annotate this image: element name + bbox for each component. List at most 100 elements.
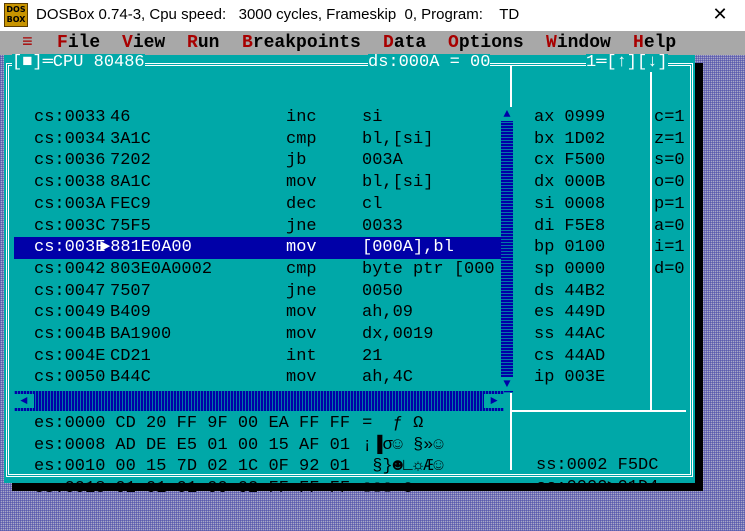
- flag-i[interactable]: i=1: [654, 237, 685, 259]
- flag-p[interactable]: p=1: [654, 194, 685, 216]
- flag-a[interactable]: a=0: [654, 216, 685, 238]
- code-op: dx,0019: [362, 325, 434, 344]
- register-dx[interactable]: dx 000B: [534, 172, 605, 194]
- code-row[interactable]: cs:0038 8A1C mov bl,[si]: [14, 172, 501, 194]
- code-addr: cs:0042: [34, 259, 106, 279]
- register-ds[interactable]: ds 44B2: [534, 281, 605, 303]
- register-sp[interactable]: sp 0000: [534, 259, 605, 281]
- flag-separator: =: [664, 216, 675, 236]
- register-name: bp: [534, 238, 555, 258]
- code-vertical-scrollbar[interactable]: [501, 107, 513, 393]
- code-mn: mov: [286, 368, 317, 388]
- cpu-window-title[interactable]: [■]═CPU 80486: [12, 54, 145, 72]
- code-row[interactable]: cs:0050 B44C mov ah,4C: [14, 367, 501, 389]
- menu-view[interactable]: View: [122, 31, 165, 55]
- code-row[interactable]: cs:0033 46 inc si: [14, 107, 501, 129]
- dump-address: es:0010: [34, 457, 106, 477]
- code-mn: mov: [286, 325, 317, 344]
- code-bytes: B44C: [110, 368, 151, 388]
- flag-separator: =: [664, 173, 675, 193]
- code-bytes: 803E0A0002: [110, 259, 213, 279]
- register-bp[interactable]: bp 0100: [534, 237, 605, 259]
- code-bytes: B409: [110, 303, 151, 323]
- menu-file[interactable]: File: [57, 31, 100, 55]
- stack-value: F5DC: [607, 456, 659, 475]
- code-addr: cs:0033: [34, 108, 106, 127]
- menu-window[interactable]: Window: [546, 31, 611, 55]
- code-row-current[interactable]: cs:003E ►881E0A00 mov [000A],bl: [14, 237, 501, 259]
- register-cx[interactable]: cx F500: [534, 150, 605, 172]
- register-cs[interactable]: cs 44AD: [534, 346, 605, 368]
- code-row[interactable]: cs:0047 7507 jne 0050: [14, 281, 501, 303]
- register-di[interactable]: di F5E8: [534, 216, 605, 238]
- flag-c[interactable]: c=1: [654, 107, 685, 129]
- stack-address: ss:0002: [536, 456, 608, 475]
- code-bytes: BA1900: [110, 325, 172, 344]
- flag-value: 0: [674, 151, 685, 171]
- register-value: 44AC: [564, 325, 606, 344]
- code-mn: int: [286, 346, 317, 366]
- register-value: 0000: [564, 259, 606, 279]
- menu-bar: ≡ File View Run Breakpoints Data Options…: [0, 31, 745, 55]
- scroll-down-arrow-icon[interactable]: ▼: [501, 377, 513, 391]
- code-op: cl: [362, 194, 383, 214]
- data-pointer-readout: ds:000A = 00: [368, 53, 491, 72]
- code-row[interactable]: cs:004E CD21 int 21: [14, 346, 501, 368]
- register-bx[interactable]: bx 1D02: [534, 129, 605, 151]
- code-mn: mov: [286, 238, 317, 258]
- register-name: ss: [534, 325, 555, 344]
- code-op: 003A: [362, 151, 403, 171]
- register-si[interactable]: si 0008: [534, 194, 605, 216]
- register-ip[interactable]: ip 003E: [534, 367, 605, 389]
- window-controls[interactable]: 1═[↑][↓]: [586, 54, 668, 72]
- code-addr: cs:003E: [34, 238, 106, 258]
- scroll-right-arrow-icon[interactable]: ►: [484, 394, 504, 408]
- dump-row[interactable]: es:0010 00 15 7D 02 1C 0F 92 01 §}☻∟☼Æ☺: [34, 456, 444, 478]
- flag-d[interactable]: d=0: [654, 259, 685, 281]
- register-es[interactable]: es 449D: [534, 302, 605, 324]
- menu-options[interactable]: Options: [448, 31, 524, 55]
- code-row[interactable]: cs:003C 75F5 jne 0033: [14, 216, 501, 238]
- menu-help[interactable]: Help: [633, 31, 676, 55]
- flag-o[interactable]: o=0: [654, 172, 685, 194]
- dump-row[interactable]: es:0008 AD DE E5 01 00 15 AF 01 ¡▐σ☺ §»☺: [34, 435, 444, 457]
- dosbox-app-icon[interactable]: DOS BOX: [4, 3, 28, 27]
- cpu-window: [■]═CPU 80486 ds:000A = 00 1═[↑][↓] cs:0…: [4, 53, 695, 498]
- menu-data[interactable]: Data: [383, 31, 426, 55]
- flag-s[interactable]: s=0: [654, 150, 685, 172]
- code-row[interactable]: cs:0036 7202 jb 003A: [14, 150, 501, 172]
- code-mn: jne: [286, 216, 317, 236]
- code-row[interactable]: cs:0042 803E0A0002 cmp byte ptr [000: [14, 259, 501, 281]
- menu-system[interactable]: ≡: [22, 31, 33, 55]
- flag-value: 1: [674, 238, 685, 258]
- register-name: si: [534, 194, 555, 214]
- register-value: 003E: [564, 368, 606, 388]
- flag-name: d: [654, 259, 665, 279]
- register-value: 44B2: [564, 281, 606, 301]
- code-bytes: ►881E0A00: [100, 238, 192, 258]
- code-row[interactable]: cs:004B BA1900 mov dx,0019: [14, 324, 501, 346]
- register-ax[interactable]: ax 0999: [534, 107, 605, 129]
- code-row[interactable]: cs:0034 3A1C cmp bl,[si]: [14, 129, 501, 151]
- dosbox-screen: ≡ File View Run Breakpoints Data Options…: [0, 31, 745, 531]
- register-name: ds: [534, 281, 555, 301]
- menu-breakpoints[interactable]: Breakpoints: [242, 31, 361, 55]
- close-window-button[interactable]: ✕: [700, 2, 740, 28]
- stack-row[interactable]: ss:0002 F5DC: [536, 455, 658, 477]
- flag-z[interactable]: z=1: [654, 129, 685, 151]
- scroll-up-arrow-icon[interactable]: ▲: [501, 107, 513, 121]
- flag-separator: =: [664, 108, 675, 127]
- dump-row[interactable]: es:0000 CD 20 FF 9F 00 EA FF FF = ƒ Ω: [34, 413, 423, 435]
- register-value: F5E8: [564, 216, 606, 236]
- code-row[interactable]: cs:0049 B409 mov ah,09: [14, 302, 501, 324]
- menu-run[interactable]: Run: [187, 31, 219, 55]
- code-row[interactable]: cs:003A FEC9 dec cl: [14, 194, 501, 216]
- register-value: 0100: [564, 238, 606, 258]
- flag-separator: =: [664, 259, 675, 279]
- register-flags-divider: [650, 65, 652, 410]
- scroll-left-arrow-icon[interactable]: ◄: [14, 394, 34, 408]
- flag-separator: =: [664, 129, 675, 149]
- code-addr: cs:0049: [34, 303, 106, 323]
- code-horizontal-scrollbar[interactable]: [14, 391, 504, 411]
- register-ss[interactable]: ss 44AC: [534, 324, 605, 346]
